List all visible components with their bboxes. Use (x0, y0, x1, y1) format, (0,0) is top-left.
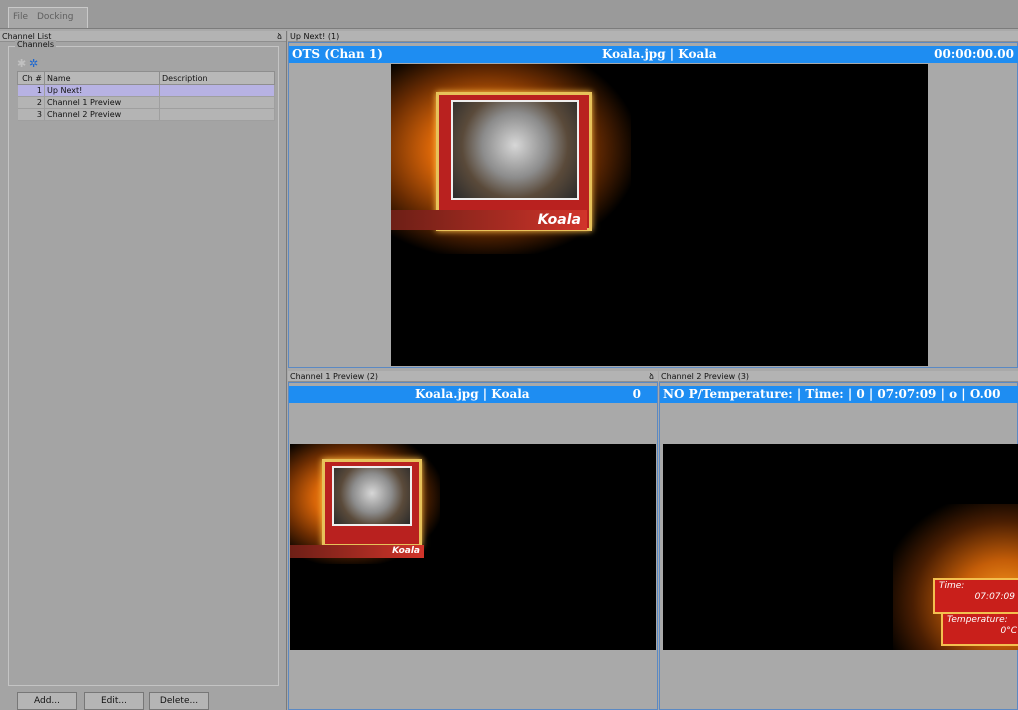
menu-bar: File Docking (0, 0, 1018, 29)
channel2-pane-header: Channel 2 Preview (3) (659, 371, 1018, 382)
pin-icon[interactable]: ձ (277, 31, 282, 42)
time-label: Time: (939, 581, 965, 591)
row-description (159, 84, 275, 97)
channel2-pane-title: Channel 2 Preview (3) (661, 372, 750, 381)
top-bar-clip: Koala.jpg | Koala (602, 47, 717, 61)
top-video-frame: Koala (391, 64, 928, 366)
table-row[interactable]: 1 Up Next! (17, 84, 275, 97)
channel2-status-bar: NO P/Temperature: | Time: | 0 | 07:07:09… (660, 386, 1018, 403)
channel2-video-frame: Time: 07:07:09 Temperature: 0°C (663, 444, 1018, 650)
channel1-pane-title: Channel 1 Preview (2) (290, 372, 379, 381)
channel1-bar-clip: Koala.jpg | Koala (415, 387, 530, 401)
top-bar-channel: OTS (Chan 1) (292, 47, 383, 61)
top-bar-timecode: 00:00:00.00 (934, 47, 1014, 61)
row-description (159, 96, 275, 109)
gear-icon[interactable]: ✲ (29, 57, 38, 70)
top-pane-title: Up Next! (1) (290, 32, 340, 41)
channel1-bar-value: 0 (632, 387, 641, 401)
caption-bar: Koala (391, 210, 587, 230)
row-number: 3 (17, 108, 45, 121)
time-box: Time: 07:07:09 (933, 578, 1018, 614)
column-header-ch[interactable]: Ch # (17, 71, 45, 85)
koala-photo (451, 100, 579, 200)
channel1-pane-header: Channel 1 Preview (2) ձ (288, 371, 658, 382)
row-description (159, 108, 275, 121)
row-name: Channel 1 Preview (44, 96, 160, 109)
caption-bar: Koala (290, 545, 424, 558)
edit-button[interactable]: Edit... (84, 692, 144, 710)
koala-photo (332, 466, 412, 526)
table-row[interactable]: 2 Channel 1 Preview (17, 96, 275, 109)
row-name: Up Next! (44, 84, 160, 97)
top-pane-header: Up Next! (1) (288, 31, 1018, 42)
channels-table: Ch # Name Description 1 Up Next! 2 Chann… (17, 71, 275, 121)
row-name: Channel 2 Preview (44, 108, 160, 121)
channel-list-panel: Channel List ձ Channels ✱ ✲ Ch # Name De… (0, 31, 287, 710)
top-status-bar: OTS (Chan 1) Koala.jpg | Koala 00:00:00.… (289, 46, 1018, 63)
temperature-value: 0°C (1000, 626, 1017, 636)
menu-strip: File Docking (8, 7, 88, 28)
channel2-bar-text: NO P/Temperature: | Time: | 0 | 07:07:09… (663, 387, 1001, 401)
table-row[interactable]: 3 Channel 2 Preview (17, 108, 275, 121)
add-button[interactable]: Add... (17, 692, 77, 710)
channel1-video-frame: Koala (290, 444, 656, 650)
column-header-description[interactable]: Description (159, 71, 275, 85)
channel1-status-bar: Koala.jpg | Koala 0 (289, 386, 657, 403)
row-number: 1 (17, 84, 45, 97)
pin-icon[interactable]: ձ (649, 371, 654, 382)
time-value: 07:07:09 (974, 592, 1015, 602)
channels-group: Channels ✱ ✲ Ch # Name Description 1 Up … (8, 40, 279, 686)
star-icon[interactable]: ✱ (17, 57, 26, 70)
temperature-label: Temperature: (947, 615, 1008, 625)
column-header-name[interactable]: Name (44, 71, 160, 85)
temperature-box: Temperature: 0°C (941, 612, 1018, 646)
row-number: 2 (17, 96, 45, 109)
menu-file[interactable]: File (13, 12, 28, 22)
delete-button[interactable]: Delete... (149, 692, 209, 710)
channels-group-title: Channels (15, 40, 57, 49)
menu-docking[interactable]: Docking (37, 12, 74, 22)
